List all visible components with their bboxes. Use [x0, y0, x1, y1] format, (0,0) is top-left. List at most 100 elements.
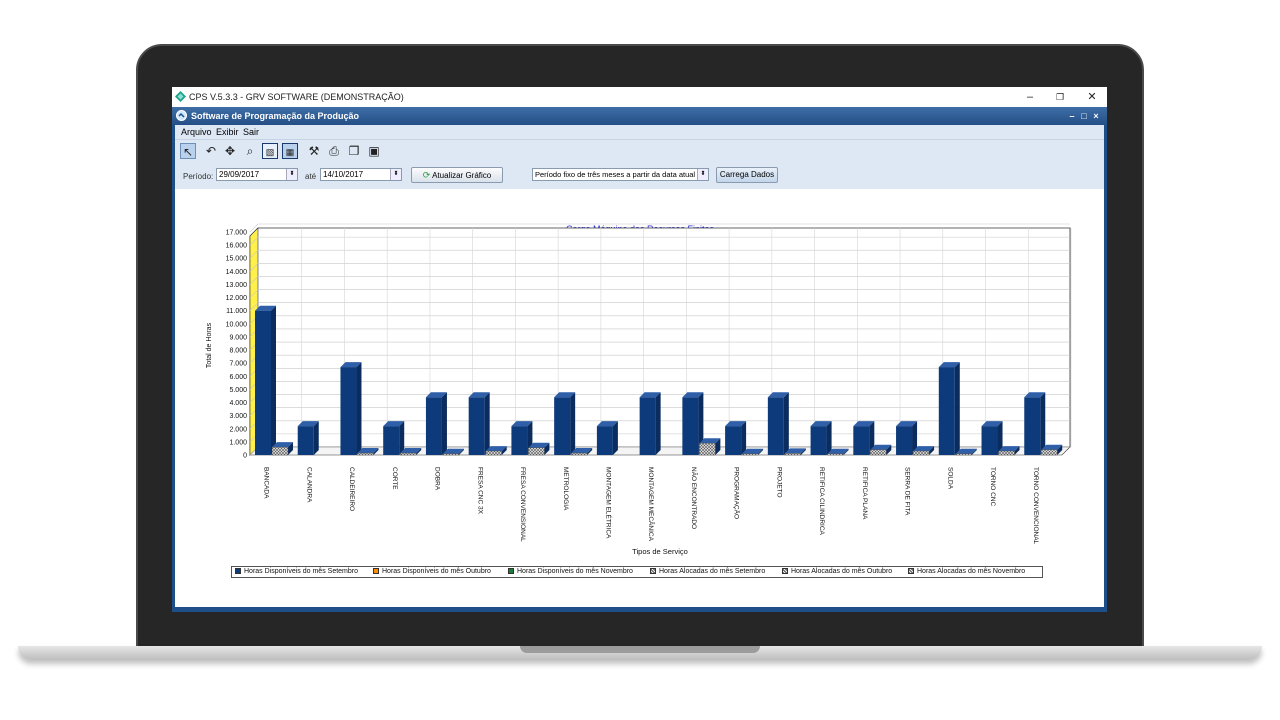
refresh-icon: ⟳ — [422, 170, 431, 180]
chart-panel: Carga Máquina dos Recursos Finitos01.000… — [175, 189, 1104, 607]
minimize-button[interactable]: – — [1015, 89, 1045, 105]
legend-label: Horas Alocadas do mês Outubro — [791, 568, 893, 575]
bar-side — [612, 421, 618, 455]
bar-horas-alocadas-setembro — [870, 449, 887, 456]
bar-horas-disponiveis-setembro — [810, 426, 827, 455]
bar-horas-alocadas-setembro — [400, 452, 417, 456]
x-tick-label: RETIFICA PLANA — [861, 467, 868, 520]
bar-horas-alocadas-setembro — [570, 452, 588, 456]
period-select-value: Período fixo de três meses a partir da d… — [535, 170, 696, 179]
bar-horas-alocadas-setembro — [485, 450, 502, 456]
bar-horas-alocadas-setembro — [1041, 449, 1058, 456]
tools-icon[interactable]: ⚒ — [306, 143, 322, 159]
legend-item: Horas Disponíveis do mês Setembro — [235, 568, 358, 575]
app-logo-icon — [175, 91, 186, 102]
end-date-spinner[interactable]: ⬍ — [390, 169, 401, 180]
window-title: CPS V.5.3.3 - GRV SOFTWARE (DEMONSTRAÇÃO… — [189, 92, 404, 102]
y-tick-label: 7.000 — [229, 361, 247, 368]
save-icon[interactable]: ▣ — [366, 143, 382, 159]
load-data-button[interactable]: Carrega Dados — [716, 167, 778, 183]
menu-exibir[interactable]: Exibir — [216, 127, 239, 137]
x-tick-label: BANCADA — [263, 467, 270, 499]
x-tick-label: PROGRAMAÇÃO — [733, 467, 742, 519]
y-tick-label: 14.000 — [226, 269, 248, 276]
app-window: Software de Programação da Produção – □ … — [172, 107, 1107, 612]
mdi-maximize-button[interactable]: □ — [1079, 110, 1089, 122]
chart-icon[interactable]: ▦ — [282, 143, 298, 159]
y-tick-label: 10.000 — [226, 321, 248, 328]
y-tick-label: 17.000 — [226, 230, 248, 237]
start-date-spinner[interactable]: ⬍ — [286, 169, 297, 180]
y-tick-label: 8.000 — [229, 348, 247, 355]
mdi-close-button[interactable]: × — [1091, 110, 1101, 122]
refresh-chart-button[interactable]: ⟳ Atualizar Gráfico — [411, 167, 503, 183]
y-tick-label: 3.000 — [229, 413, 247, 420]
y-tick-label: 9.000 — [229, 334, 247, 341]
bar-side — [313, 421, 319, 455]
x-tick-label: PROJETO — [775, 467, 782, 498]
menu-sair[interactable]: Sair — [243, 127, 259, 137]
x-tick-label: METROLOGIA — [562, 467, 569, 511]
move-icon[interactable]: ✥ — [222, 143, 238, 159]
bar-side — [783, 392, 789, 455]
bar-horas-alocadas-setembro — [271, 446, 289, 456]
legend-swatch — [235, 568, 241, 574]
menu-arquivo[interactable]: Arquivo — [181, 127, 212, 137]
window-titlebar: CPS V.5.3.3 - GRV SOFTWARE (DEMONSTRAÇÃO… — [172, 87, 1107, 107]
app-titlebar: Software de Programação da Produção – □ … — [172, 107, 1107, 125]
app-title: Software de Programação da Produção — [191, 111, 360, 121]
bar-side — [441, 392, 447, 455]
mdi-minimize-button[interactable]: – — [1067, 110, 1077, 122]
legend-swatch — [508, 568, 514, 574]
bar-side — [655, 392, 661, 455]
restore-button[interactable]: ❐ — [1045, 89, 1075, 105]
legend-item: Horas Disponíveis do mês Novembro — [508, 568, 633, 575]
bar-horas-alocadas-setembro — [998, 450, 1015, 456]
undo-icon[interactable]: ↶ — [203, 143, 219, 159]
laptop-notch — [520, 646, 760, 653]
legend-swatch — [650, 568, 656, 574]
cursor-icon[interactable]: ↖ — [180, 143, 196, 159]
bar-horas-disponiveis-setembro — [896, 426, 913, 455]
x-tick-label: MONTAGEM MECÂNICA — [647, 467, 656, 542]
until-label: até — [305, 172, 317, 181]
x-axis-label: Tipos de Serviço — [632, 547, 688, 556]
bar-horas-disponiveis-setembro — [853, 426, 870, 455]
copy-icon[interactable]: ❐ — [346, 143, 362, 159]
bar-horas-alocadas-setembro — [912, 450, 930, 456]
x-tick-label: FRESA CONVENSIONAL — [519, 467, 526, 542]
print-icon[interactable]: ⎙ — [326, 143, 342, 159]
x-tick-label: CALANDRA — [305, 467, 312, 503]
bar-chart: Carga Máquina dos Recursos Finitos01.000… — [206, 223, 1072, 556]
period-select[interactable]: Período fixo de três meses a partir da d… — [532, 168, 709, 181]
x-tick-label: TORNO CNC — [989, 467, 996, 507]
bar-horas-alocadas-setembro — [357, 452, 374, 456]
legend-label: Horas Alocadas do mês Setembro — [659, 568, 766, 575]
close-button[interactable]: ✕ — [1077, 89, 1107, 105]
legend-label: Horas Disponíveis do mês Outubro — [382, 568, 491, 575]
legend-label: Horas Alocadas do mês Novembro — [917, 568, 1026, 575]
bar-side — [954, 362, 960, 455]
bar-horas-disponiveis-setembro — [554, 397, 571, 455]
zoom-icon[interactable]: ⌕ — [242, 143, 258, 159]
toolbar: ↖ ↶ ✥ ⌕ ▧ ▦ ⚒ ⎙ ❐ ▣ — [175, 139, 1104, 164]
chevron-down-icon[interactable]: ⬍ — [697, 169, 708, 180]
legend-swatch — [373, 568, 379, 574]
y-tick-label: 12.000 — [226, 295, 248, 302]
start-date-field[interactable]: 29/09/2017 ⬍ — [216, 168, 298, 181]
bar-side — [356, 362, 362, 455]
bar-side — [484, 392, 490, 455]
y-tick-label: 13.000 — [226, 282, 248, 289]
image-icon[interactable]: ▧ — [262, 143, 278, 159]
x-tick-label: TORNO CONVENCIONAL — [1032, 467, 1039, 545]
app-logo-icon — [176, 110, 187, 121]
x-tick-label: RETIFICA CILINDRICA — [818, 467, 825, 536]
end-date-field[interactable]: 14/10/2017 ⬍ — [320, 168, 402, 181]
legend-swatch — [908, 568, 914, 574]
bar-horas-disponiveis-setembro — [468, 397, 485, 455]
period-label: Período: — [183, 172, 214, 181]
bar-side — [271, 305, 276, 455]
bar-horas-alocadas-setembro — [955, 453, 972, 456]
y-tick-label: 16.000 — [226, 243, 248, 250]
x-tick-label: FRESA CNC 3X — [476, 467, 483, 515]
